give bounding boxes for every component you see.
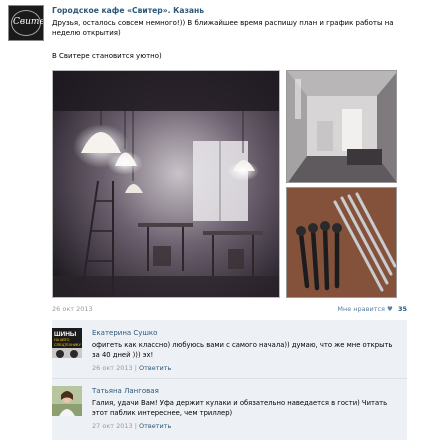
comment-author-link[interactable]: Татьяна Ланговая bbox=[92, 387, 159, 395]
wrenches-image bbox=[287, 188, 396, 297]
comment-date[interactable]: 26 окт 2013 bbox=[92, 364, 133, 372]
comment-avatar[interactable] bbox=[52, 386, 82, 416]
comment-author-link[interactable]: Екатерина Сушко bbox=[92, 329, 157, 337]
post-author-avatar[interactable]: Свитер bbox=[8, 5, 44, 41]
comment-text: Галия, удачи Вам! Уфа держит кулаки и об… bbox=[92, 399, 388, 417]
reply-link[interactable]: Ответить bbox=[139, 422, 171, 430]
room-image bbox=[287, 71, 396, 182]
like-label: Мне нравится bbox=[337, 305, 385, 313]
avatar-ad-text-1: ШИНЫ bbox=[54, 331, 76, 338]
post-text: Друзья, осталось совсем немного!)) В бли… bbox=[52, 19, 394, 37]
like-count: 35 bbox=[397, 305, 407, 313]
comment-date[interactable]: 27 окт 2013 bbox=[92, 422, 133, 430]
comment-divider bbox=[52, 378, 407, 379]
reply-link[interactable]: Ответить bbox=[139, 364, 171, 372]
user-photo-avatar bbox=[52, 386, 82, 416]
avatar-logo-text: Свитер bbox=[13, 17, 43, 27]
post-photo-cafe-interior[interactable] bbox=[52, 70, 280, 298]
comment-meta: 27 окт 2013 | Ответить bbox=[92, 422, 171, 430]
comment-avatar[interactable]: ШИНЫ НА АВТО СПЕЦТЕХНИКУ bbox=[52, 328, 82, 358]
post-photo-wrenches[interactable] bbox=[286, 187, 397, 298]
post-date[interactable]: 26 окт 2013 bbox=[52, 305, 93, 313]
comment-text: офигеть как классно) любуюсь вами с само… bbox=[92, 341, 393, 359]
tires-ad-avatar: ШИНЫ НА АВТО СПЕЦТЕХНИКУ bbox=[52, 328, 82, 358]
post-meta: 26 окт 2013 Мне нравится ♥ 35 bbox=[52, 305, 407, 315]
comments-section: ШИНЫ НА АВТО СПЕЦТЕХНИКУ Екатерина Сушко… bbox=[52, 320, 407, 440]
avatar-ad-text-3: СПЕЦТЕХНИКУ bbox=[54, 343, 82, 347]
heart-icon: ♥ bbox=[387, 305, 393, 313]
post-photo-room[interactable] bbox=[286, 70, 397, 183]
avatar-ad-text-2: НА АВТО bbox=[54, 338, 70, 342]
post-author-link[interactable]: Городское кафе «Свитер». Казань bbox=[52, 6, 204, 15]
cafe-interior-image bbox=[53, 71, 279, 297]
comment-meta: 26 окт 2013 | Ответить bbox=[92, 364, 171, 372]
post-text-second: В Свитере становится уютно) bbox=[52, 52, 162, 60]
like-button[interactable]: Мне нравится ♥ 35 bbox=[337, 305, 407, 313]
